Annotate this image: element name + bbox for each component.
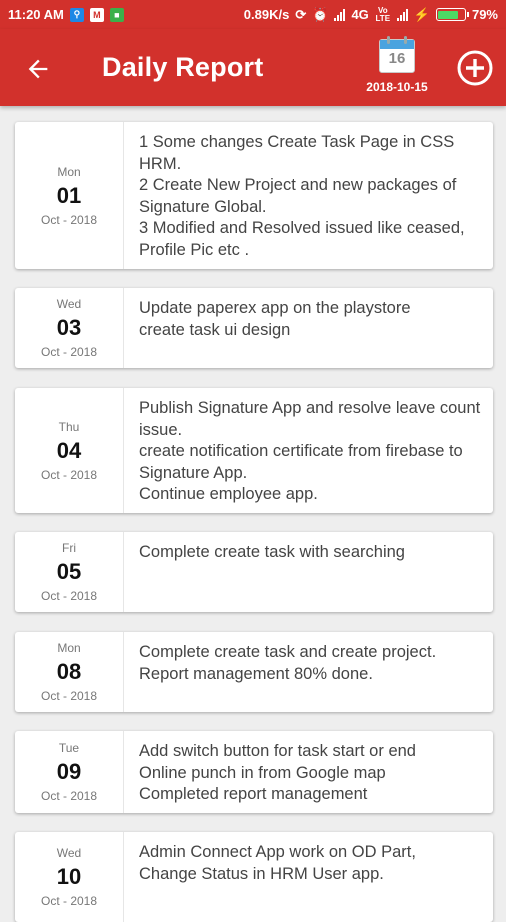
charging-icon: ⚡ <box>413 6 430 22</box>
status-bar: 11:20 AM ⚲ M ■ 0.89K/s ⟳ ⏰ 4G Vo LTE ⚡ 7… <box>0 0 506 29</box>
report-day: 05 <box>56 559 82 584</box>
add-report-button[interactable] <box>455 48 495 88</box>
report-card[interactable]: Wed 03 Oct - 2018 Update paperex app on … <box>15 288 493 368</box>
report-description: Admin Connect App work on OD Part, Chang… <box>139 843 416 883</box>
report-description: Complete create task and create project.… <box>139 643 437 683</box>
report-date: Tue 09 Oct - 2018 <box>15 731 124 813</box>
battery-percent: 79% <box>471 7 498 22</box>
app-bar: Daily Report 16 2018-10-15 <box>0 29 506 106</box>
report-day: 01 <box>56 182 82 208</box>
signal-icon <box>334 8 346 21</box>
report-description: Publish Signature App and resolve leave … <box>139 399 481 503</box>
report-card[interactable]: Tue 09 Oct - 2018 Add switch button for … <box>15 731 493 813</box>
report-day: 04 <box>56 437 82 463</box>
report-weekday: Thu <box>58 419 80 434</box>
report-day: 08 <box>56 659 82 684</box>
report-date: Wed 10 Oct - 2018 <box>15 832 124 922</box>
report-card[interactable]: Wed 10 Oct - 2018 Admin Connect App work… <box>15 832 493 922</box>
report-description: Update paperex app on the playstore crea… <box>139 299 411 339</box>
report-date: Mon 08 Oct - 2018 <box>15 632 124 712</box>
status-time: 11:20 AM <box>8 7 64 22</box>
report-month-year: Oct - 2018 <box>40 345 98 359</box>
calendar-icon-day: 16 <box>388 50 406 67</box>
arrow-back-icon <box>28 59 48 79</box>
location-notification-icon: ⚲ <box>69 7 84 22</box>
report-description: Complete create task with searching <box>139 543 405 561</box>
report-date: Mon 01 Oct - 2018 <box>15 122 124 269</box>
network-type: 4G <box>351 7 369 22</box>
report-weekday: Wed <box>56 297 82 311</box>
selected-date: 2018-10-15 <box>366 80 428 94</box>
volte-label: Vo LTE <box>375 5 391 23</box>
app-notification-icon: ■ <box>109 7 124 22</box>
report-month-year: Oct - 2018 <box>40 789 98 803</box>
report-card[interactable]: Mon 08 Oct - 2018 Complete create task a… <box>15 632 493 712</box>
gmail-notification-icon: M <box>89 7 104 22</box>
report-weekday: Mon <box>57 164 81 179</box>
report-weekday: Wed <box>56 846 82 860</box>
network-speed: 0.89K/s <box>243 7 290 22</box>
report-day: 03 <box>56 315 82 340</box>
report-month-year: Oct - 2018 <box>40 689 98 703</box>
add-circle-icon <box>457 50 493 86</box>
calendar-icon: 16 <box>379 36 415 73</box>
signal-icon-2 <box>396 8 408 21</box>
report-month-year: Oct - 2018 <box>40 589 98 603</box>
report-date: Thu 04 Oct - 2018 <box>15 388 124 513</box>
report-card[interactable]: Mon 01 Oct - 2018 1 Some changes Create … <box>15 122 493 269</box>
report-weekday: Fri <box>62 541 76 555</box>
battery-icon <box>435 8 469 21</box>
rotate-icon: ⟳ <box>295 6 307 22</box>
report-date: Fri 05 Oct - 2018 <box>15 532 124 612</box>
back-button[interactable] <box>18 49 58 89</box>
report-weekday: Tue <box>58 741 80 755</box>
report-description: Add switch button for task start or end … <box>139 742 416 803</box>
report-description: 1 Some changes Create Task Page in CSS H… <box>139 133 465 259</box>
date-picker-button[interactable]: 16 2018-10-15 <box>356 36 438 101</box>
page-title: Daily Report <box>102 52 264 82</box>
report-month-year: Oct - 2018 <box>40 212 98 227</box>
report-month-year: Oct - 2018 <box>40 894 98 908</box>
report-card[interactable]: Fri 05 Oct - 2018 Complete create task w… <box>15 532 493 612</box>
report-card[interactable]: Thu 04 Oct - 2018 Publish Signature App … <box>15 388 493 513</box>
report-weekday: Mon <box>57 641 81 655</box>
report-day: 09 <box>56 759 82 784</box>
alarm-icon: ⏰ <box>312 6 329 22</box>
report-day: 10 <box>56 864 82 889</box>
report-month-year: Oct - 2018 <box>40 467 98 482</box>
report-date: Wed 03 Oct - 2018 <box>15 288 124 368</box>
